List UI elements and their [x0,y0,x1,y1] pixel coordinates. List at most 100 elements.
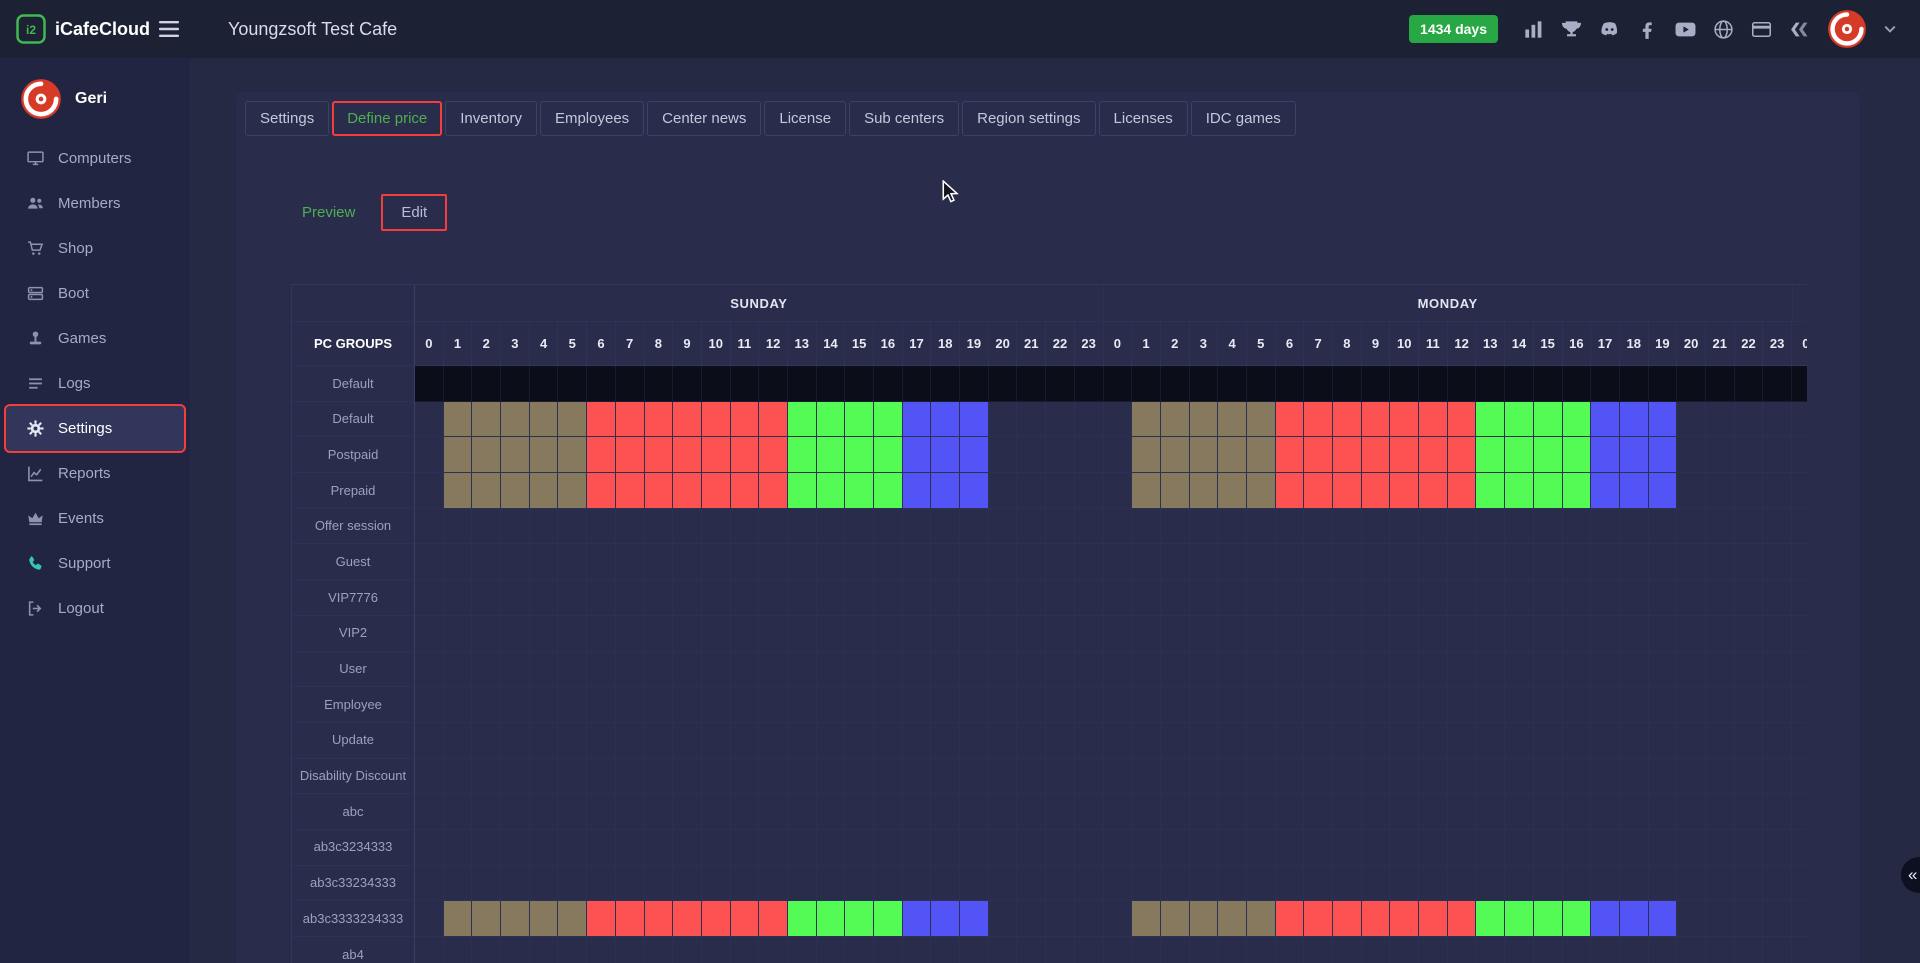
tab-center-news[interactable]: Center news [647,101,761,136]
price-cell [845,723,874,759]
price-cell [903,759,932,795]
price-cell [1448,580,1477,616]
price-cell [1591,723,1620,759]
tab-licenses[interactable]: Licenses [1099,101,1188,136]
price-cell [1190,366,1219,402]
price-cell [673,473,702,509]
tab-define-price[interactable]: Define price [332,101,442,136]
sidebar-item-reports[interactable]: Reports [6,451,184,496]
sidebar-item-settings[interactable]: Settings [6,406,184,451]
price-cell [501,937,530,963]
price-cell [1247,580,1276,616]
sidebar-item-events[interactable]: Events [6,496,184,541]
price-cell [1419,437,1448,473]
price-cell [1104,473,1133,509]
facebook-icon[interactable] [1637,19,1658,40]
price-cell [1706,937,1735,963]
price-cell [1046,687,1075,723]
price-cell [587,723,616,759]
price-cell [1132,366,1161,402]
subtab-preview[interactable]: Preview [286,194,371,231]
sidebar-item-boot[interactable]: Boot [6,271,184,316]
price-cell [1104,830,1133,866]
stats-icon[interactable] [1523,19,1544,40]
trophy-icon[interactable] [1561,19,1582,40]
icafecloud-logo-icon[interactable]: i2 [16,14,46,44]
price-cell [1075,544,1104,580]
price-cell [1333,759,1362,795]
chevron-down-icon[interactable] [1884,25,1896,33]
price-row-vip2: VIP2 [292,616,1807,652]
price-cell [788,830,817,866]
price-cell [1563,652,1592,688]
tab-sub-centers[interactable]: Sub centers [849,101,959,136]
tab-inventory[interactable]: Inventory [445,101,537,136]
price-cell [1448,652,1477,688]
hour-label: 4 [530,322,559,366]
price-cell [1448,723,1477,759]
price-cell [1735,616,1764,652]
price-cell [1677,616,1706,652]
youtube-icon[interactable] [1675,19,1696,40]
price-cell [845,544,874,580]
price-cell [1620,937,1649,963]
price-cell [759,901,788,937]
sidebar-item-logout[interactable]: Logout [6,586,184,631]
price-cell [1190,901,1219,937]
price-cell [903,402,932,438]
price-cell [558,616,587,652]
price-cell [903,509,932,545]
price-cell [673,366,702,402]
price-cell [472,366,501,402]
price-cell [960,366,989,402]
price-cell [1476,723,1505,759]
sidebar-item-games[interactable]: Games [6,316,184,361]
tab-idc-games[interactable]: IDC games [1191,101,1296,136]
price-cell [616,616,645,652]
price-cell [1534,723,1563,759]
sidebar-item-support[interactable]: Support [6,541,184,586]
price-cell [1333,366,1362,402]
price-cell [817,366,846,402]
price-cell [903,366,932,402]
price-cell [1792,580,1807,616]
price-cell [1362,652,1391,688]
price-cell [1304,652,1333,688]
tab-license[interactable]: License [764,101,846,136]
brand-name: iCafeCloud [55,19,150,40]
price-cell [1390,937,1419,963]
day-header-sunday: SUNDAY [415,285,1104,322]
price-cell [731,687,760,723]
price-cell [1132,794,1161,830]
sidebar-item-logs[interactable]: Logs [6,361,184,406]
discord-icon[interactable] [1599,19,1620,40]
layers-icon[interactable] [1789,19,1810,40]
globe-icon[interactable] [1713,19,1734,40]
price-cell [673,723,702,759]
hour-label: 17 [903,322,932,366]
price-cell [1276,402,1305,438]
sidebar-item-shop[interactable]: Shop [6,226,184,271]
tab-region-settings[interactable]: Region settings [962,101,1095,136]
price-cell [415,509,444,545]
license-days-badge[interactable]: 1434 days [1409,15,1498,43]
tab-employees[interactable]: Employees [540,101,644,136]
menu-toggle-icon[interactable] [159,21,179,37]
subtab-edit[interactable]: Edit [381,194,447,231]
price-cell [1190,473,1219,509]
sidebar-item-members[interactable]: Members [6,181,184,226]
sidebar-item-computers[interactable]: Computers [6,136,184,181]
card-icon[interactable] [1751,19,1772,40]
price-cell [1276,901,1305,937]
price-cell [444,937,473,963]
user-avatar[interactable] [1827,9,1867,49]
tab-settings[interactable]: Settings [245,101,329,136]
hour-label: 9 [1362,322,1391,366]
price-cell [1390,473,1419,509]
hour-label: 15 [1534,322,1563,366]
price-cell [903,580,932,616]
price-cell [616,509,645,545]
price-cell [1706,544,1735,580]
price-cell [1419,473,1448,509]
price-cell [1649,723,1678,759]
